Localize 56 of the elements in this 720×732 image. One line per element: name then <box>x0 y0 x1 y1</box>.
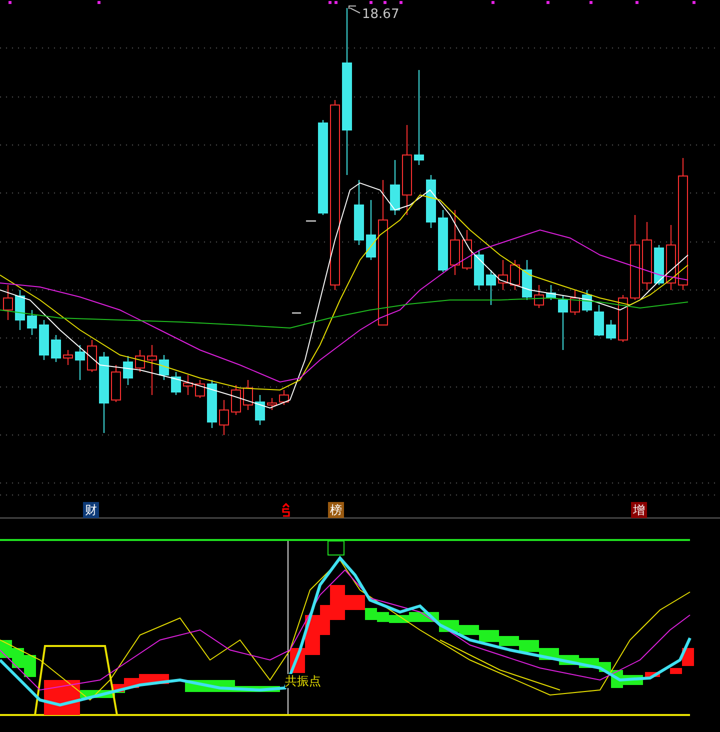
candlestick <box>63 350 73 366</box>
price-dash <box>306 220 316 222</box>
candlestick <box>570 290 580 316</box>
candlestick <box>654 244 664 286</box>
candlestick <box>255 394 265 426</box>
candlestick <box>39 320 49 360</box>
candlestick <box>618 294 628 342</box>
candlestick <box>267 398 277 410</box>
candlestick <box>354 180 364 246</box>
candlestick <box>195 380 205 398</box>
candlestick <box>87 340 97 372</box>
price-dash <box>292 312 302 314</box>
candlestick <box>450 210 460 276</box>
candlestick <box>183 374 193 396</box>
candlestick <box>642 222 652 290</box>
event-badge[interactable]: 增 <box>631 502 647 518</box>
candlestick <box>135 350 145 372</box>
candlestick <box>147 344 157 396</box>
candlestick <box>243 380 253 410</box>
event-badge[interactable]: 榜 <box>328 502 344 518</box>
candlestick <box>666 224 676 290</box>
candlestick <box>111 364 121 402</box>
candlestick <box>462 230 472 270</box>
candlestick <box>546 284 556 300</box>
candlestick <box>231 384 241 416</box>
candlestick <box>582 290 592 312</box>
candlestick <box>123 356 133 386</box>
candlestick <box>558 294 568 350</box>
candlestick <box>15 290 25 330</box>
peak-price-label: 18.67 <box>362 7 400 22</box>
candlestick <box>486 270 496 306</box>
candlestick <box>498 260 508 290</box>
candlestick <box>474 250 484 290</box>
candlestick <box>510 260 520 290</box>
candlestick <box>594 304 604 336</box>
candlestick <box>159 354 169 380</box>
candlestick <box>438 210 448 272</box>
candlestick <box>219 400 229 436</box>
candlestick <box>522 260 532 300</box>
candlestick <box>207 380 217 428</box>
peak-pointer-icon <box>348 6 360 14</box>
candlestick <box>3 284 13 320</box>
candlestick <box>75 344 85 380</box>
candlestick <box>534 284 544 308</box>
candlestick <box>390 160 400 216</box>
event-badge[interactable]: 财 <box>83 502 99 518</box>
signal-box <box>328 540 344 556</box>
candlestick <box>606 320 616 340</box>
signal-label: 共振点 <box>285 674 321 688</box>
candlestick <box>279 390 289 406</box>
candlestick <box>366 200 376 260</box>
candlestick <box>27 310 37 336</box>
candlestick <box>426 174 436 228</box>
s-marker-icon[interactable] <box>282 503 290 517</box>
candlestick <box>171 372 181 396</box>
candlestick <box>51 334 61 362</box>
